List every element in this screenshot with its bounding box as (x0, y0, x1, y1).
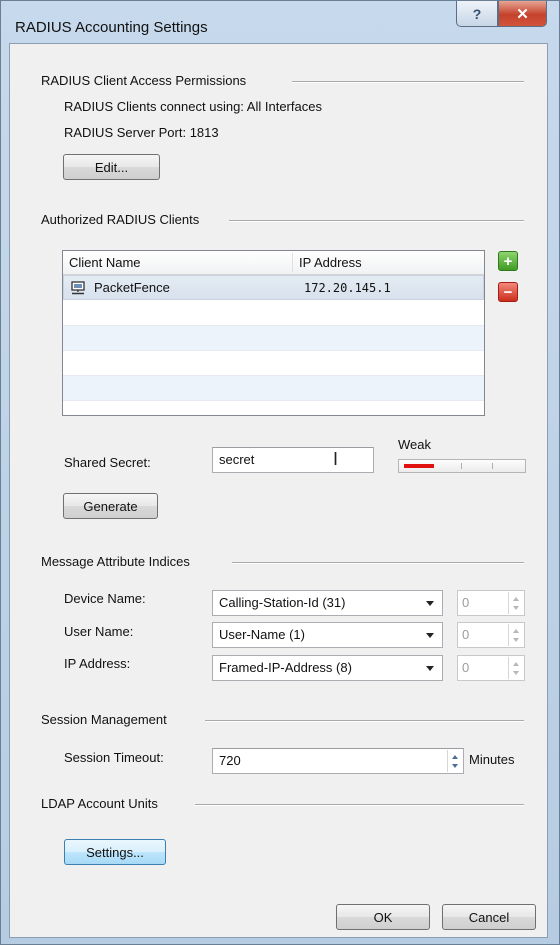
stepper-buttons[interactable] (508, 624, 523, 646)
column-header-client-name[interactable]: Client Name (63, 251, 292, 274)
device-name-select[interactable]: Calling-Station-Id (31) (212, 590, 443, 616)
table-row (63, 351, 484, 376)
divider (292, 81, 524, 83)
shared-secret-label: Shared Secret: (64, 455, 151, 470)
arrow-up-icon (513, 629, 519, 633)
ip-address-index-value: 0 (462, 660, 470, 675)
user-name-value: User-Name (1) (219, 627, 305, 642)
stepper-buttons[interactable] (508, 592, 523, 614)
minus-icon: − (503, 283, 513, 301)
ldap-section-heading: LDAP Account Units (41, 796, 158, 811)
divider (229, 220, 524, 222)
session-timeout-label: Session Timeout: (64, 750, 164, 765)
arrow-down-icon (452, 764, 458, 768)
connect-text: RADIUS Clients connect using: All Interf… (64, 99, 322, 114)
divider (205, 720, 524, 722)
help-button[interactable]: ? (456, 1, 498, 27)
close-button[interactable]: ✕ (498, 1, 547, 27)
plus-icon: + (503, 252, 513, 270)
strength-fill (404, 464, 434, 468)
settings-button[interactable]: Settings... (64, 839, 166, 865)
table-row[interactable]: PacketFence 172.20.145.1 (63, 275, 484, 300)
cancel-button[interactable]: Cancel (442, 904, 536, 930)
arrow-down-icon (513, 606, 519, 610)
ip-address-select[interactable]: Framed-IP-Address (8) (212, 655, 443, 681)
text-cursor-icon: I (333, 449, 339, 469)
device-name-index-value: 0 (462, 595, 470, 610)
device-name-value: Calling-Station-Id (31) (219, 595, 346, 610)
strength-label: Weak (398, 437, 431, 452)
divider (232, 562, 524, 564)
arrow-down-icon (513, 671, 519, 675)
table-row (63, 376, 484, 401)
ok-button[interactable]: OK (336, 904, 430, 930)
session-timeout-value: 720 (219, 753, 241, 768)
clients-section-heading: Authorized RADIUS Clients (41, 212, 200, 227)
edit-button[interactable]: Edit... (63, 154, 160, 180)
arrow-up-icon (513, 662, 519, 666)
meter-tick (461, 463, 462, 469)
ip-address-value: Framed-IP-Address (8) (219, 660, 352, 675)
ip-address-index-stepper[interactable]: 0 (457, 655, 525, 681)
stepper-buttons[interactable] (508, 657, 523, 679)
table-row (63, 301, 484, 326)
access-section-heading: RADIUS Client Access Permissions (41, 73, 247, 88)
arrow-up-icon (452, 755, 458, 759)
client-name-cell: PacketFence (94, 280, 170, 295)
generate-button[interactable]: Generate (63, 493, 158, 519)
timeout-unit-label: Minutes (469, 752, 515, 767)
table-header: Client Name IP Address (63, 251, 484, 275)
column-header-ip-address[interactable]: IP Address (293, 251, 483, 274)
shared-secret-value: secret (219, 452, 255, 467)
session-section-heading: Session Management (41, 712, 167, 727)
computer-icon (70, 281, 86, 295)
session-timeout-input[interactable]: 720 (212, 748, 464, 774)
shared-secret-input[interactable]: secret I (212, 447, 374, 473)
remove-client-button[interactable]: − (498, 282, 518, 302)
close-icon: ✕ (516, 5, 529, 23)
ip-address-cell: 172.20.145.1 (304, 281, 391, 295)
user-name-label: User Name: (64, 624, 134, 639)
arrow-up-icon (513, 597, 519, 601)
divider (195, 804, 524, 806)
add-client-button[interactable]: + (498, 251, 518, 271)
table-row (63, 326, 484, 351)
user-name-select[interactable]: User-Name (1) (212, 622, 443, 648)
chevron-down-icon (426, 666, 434, 671)
clients-table[interactable]: Client Name IP Address PacketFence 172.2… (62, 250, 485, 416)
dialog-body: RADIUS Client Access Permissions RADIUS … (9, 43, 548, 938)
password-strength-meter (398, 459, 526, 473)
help-icon: ? (472, 5, 482, 22)
meter-tick (492, 463, 493, 469)
arrow-down-icon (513, 638, 519, 642)
dialog-window: RADIUS Accounting Settings ? ✕ RADIUS Cl… (0, 0, 560, 945)
device-name-index-stepper[interactable]: 0 (457, 590, 525, 616)
user-name-index-stepper[interactable]: 0 (457, 622, 525, 648)
ip-address-label: IP Address: (64, 656, 131, 671)
port-text: RADIUS Server Port: 1813 (64, 125, 219, 140)
user-name-index-value: 0 (462, 627, 470, 642)
timeout-stepper-buttons[interactable] (447, 750, 462, 772)
chevron-down-icon (426, 633, 434, 638)
attributes-section-heading: Message Attribute Indices (41, 554, 190, 569)
chevron-down-icon (426, 601, 434, 606)
device-name-label: Device Name: (64, 591, 146, 606)
window-title: RADIUS Accounting Settings (15, 19, 208, 36)
